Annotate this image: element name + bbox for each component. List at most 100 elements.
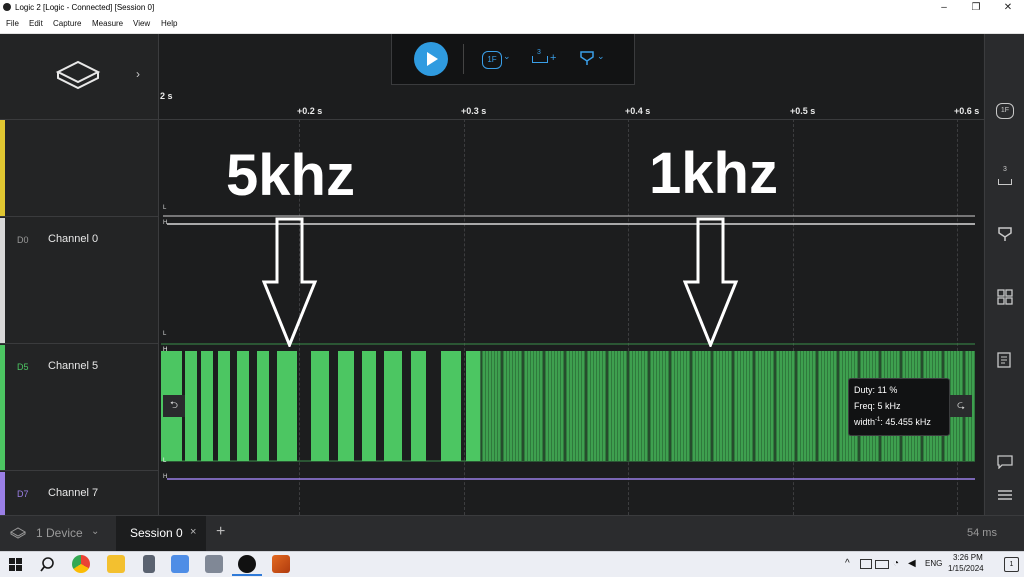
language-indicator[interactable]: ENG bbox=[925, 559, 942, 568]
notification-icon[interactable]: 1 bbox=[1004, 557, 1019, 572]
volume-icon[interactable]: ◀ bbox=[908, 558, 916, 569]
channel-0-name[interactable]: Channel 0 bbox=[48, 233, 98, 245]
frequency-value: Freq: 5 kHz bbox=[854, 401, 901, 411]
right-sidebar: 1F 3 bbox=[984, 34, 1024, 515]
chevron-down-icon[interactable]: ⌄ bbox=[91, 526, 99, 537]
extensions-icon[interactable] bbox=[997, 289, 1013, 305]
device-icon bbox=[10, 527, 26, 539]
channel-5-pulse bbox=[218, 351, 230, 461]
trigger-icon[interactable] bbox=[998, 226, 1012, 242]
tray-icon[interactable] bbox=[860, 559, 872, 569]
chrome-icon[interactable] bbox=[72, 555, 90, 573]
clock-date[interactable]: 1/15/2024 bbox=[948, 564, 984, 573]
chevron-down-icon[interactable]: ⌄ bbox=[597, 51, 605, 62]
annotation-arrow-down-icon bbox=[262, 217, 318, 347]
chat-icon[interactable] bbox=[997, 455, 1013, 469]
chevron-down-icon[interactable]: ⌄ bbox=[503, 51, 511, 62]
measurements-icon[interactable]: 3 bbox=[985, 166, 1024, 188]
channel-5-name[interactable]: Channel 5 bbox=[48, 360, 98, 372]
measure-icon[interactable] bbox=[532, 56, 548, 63]
channel-5-pulse bbox=[237, 351, 249, 461]
channel-5-id: D5 bbox=[17, 362, 29, 372]
row-divider bbox=[0, 216, 158, 217]
channel-5-pulse bbox=[411, 351, 426, 461]
close-window-button[interactable]: ✕ bbox=[988, 0, 1024, 17]
annotation-arrow-down-icon bbox=[683, 217, 739, 347]
low-marker: L bbox=[163, 205, 167, 211]
channel-7-id: D7 bbox=[17, 489, 29, 499]
device-count[interactable]: 1 Device bbox=[36, 526, 83, 540]
clock-time[interactable]: 3:26 PM bbox=[953, 553, 983, 562]
window-title: Logic 2 [Logic - Connected] [Session 0] bbox=[15, 3, 155, 12]
channel-panel: › D0 Channel 0 D5 Channel 5 D7 Channel 7 bbox=[0, 34, 159, 515]
chevron-right-icon[interactable]: › bbox=[136, 67, 140, 81]
channel-5-pulse bbox=[201, 351, 213, 461]
calculator-icon[interactable] bbox=[143, 555, 155, 573]
close-tab-icon[interactable]: × bbox=[190, 526, 196, 538]
timeline-tick: +0.2 s bbox=[297, 106, 323, 116]
session-tab-bar: 1 Device ⌄ Session 0 × + 54 ms bbox=[0, 515, 1024, 552]
menu-view[interactable]: View bbox=[133, 19, 150, 28]
channel-5-pulse bbox=[311, 351, 329, 461]
app-icon bbox=[3, 3, 11, 11]
add-session-icon[interactable]: + bbox=[216, 523, 225, 541]
menu-measure[interactable]: Measure bbox=[92, 19, 123, 28]
next-edge-button[interactable]: ⮎ bbox=[950, 395, 972, 417]
channel-5-pulse bbox=[362, 351, 376, 461]
timeline-tick: +0.4 s bbox=[625, 106, 651, 116]
row-divider bbox=[0, 343, 158, 344]
channel-5-pulse bbox=[277, 351, 297, 461]
menu-bar: File Edit Capture Measure View Help bbox=[0, 17, 1024, 34]
timeline-tick: +0.3 s bbox=[461, 106, 487, 116]
notes-icon[interactable] bbox=[997, 352, 1013, 368]
menu-edit[interactable]: Edit bbox=[29, 19, 43, 28]
search-icon[interactable] bbox=[40, 557, 55, 572]
start-capture-button[interactable] bbox=[414, 42, 448, 76]
trigger-icon[interactable] bbox=[580, 50, 594, 66]
low-marker: L bbox=[163, 458, 167, 464]
menu-icon[interactable] bbox=[997, 489, 1013, 501]
app-icon[interactable] bbox=[205, 555, 223, 573]
channel-5-pulse bbox=[257, 351, 269, 461]
battery-icon[interactable] bbox=[875, 560, 889, 569]
channel-7-name[interactable]: Channel 7 bbox=[48, 487, 98, 499]
annotation-5khz: 5khz bbox=[226, 143, 355, 208]
measure-badge: 3 bbox=[537, 49, 541, 56]
toolbar-divider bbox=[463, 44, 464, 74]
timeline-tick: +0.6 s bbox=[954, 106, 980, 116]
channel-color-bar bbox=[0, 120, 5, 216]
low-marker: L bbox=[163, 331, 167, 337]
high-marker: H bbox=[163, 220, 168, 226]
menu-capture[interactable]: Capture bbox=[53, 19, 81, 28]
timeline-start-tick: 2 s bbox=[160, 91, 173, 101]
add-measurement-icon[interactable]: + bbox=[550, 52, 556, 64]
title-bar: Logic 2 [Logic - Connected] [Session 0] … bbox=[0, 0, 1024, 17]
chevron-up-icon[interactable]: ^ bbox=[845, 558, 850, 569]
menu-help[interactable]: Help bbox=[161, 19, 177, 28]
windows-start-icon[interactable] bbox=[9, 558, 22, 571]
channel-5-pulse bbox=[185, 351, 197, 461]
device-icon[interactable] bbox=[54, 58, 102, 94]
windows-taskbar: ^ ◔ ◀ ENG 3:26 PM 1/15/2024 1 bbox=[0, 551, 1024, 577]
channel-0-color-bar bbox=[0, 218, 5, 343]
app-icon[interactable] bbox=[171, 555, 189, 573]
duty-cycle-value: Duty: 11 % bbox=[854, 385, 898, 395]
session-tab-label[interactable]: Session 0 bbox=[130, 526, 183, 540]
high-marker: H bbox=[163, 347, 168, 353]
analyzers-icon[interactable]: 1F bbox=[985, 100, 1024, 119]
width-value: width-1: 45.455 kHz bbox=[854, 417, 931, 427]
file-explorer-icon[interactable] bbox=[107, 555, 125, 573]
channel-5-color-bar bbox=[0, 345, 5, 470]
channel-5-pulse bbox=[466, 351, 482, 461]
capture-toolbar: 1F ⌄ 3 + ⌄ bbox=[391, 34, 635, 85]
channel-5-pulse bbox=[441, 351, 461, 461]
analyzer-icon[interactable]: 1F bbox=[482, 51, 502, 69]
timeline-tick: +0.5 s bbox=[790, 106, 816, 116]
previous-edge-button[interactable]: ⮌ bbox=[163, 395, 185, 417]
logic-app-icon[interactable] bbox=[238, 555, 256, 573]
matlab-icon[interactable] bbox=[272, 555, 290, 573]
channel-5-pulse bbox=[384, 351, 402, 461]
wifi-icon[interactable]: ◔ bbox=[893, 558, 899, 569]
menu-file[interactable]: File bbox=[6, 19, 19, 28]
channel-0-id: D0 bbox=[17, 235, 29, 245]
